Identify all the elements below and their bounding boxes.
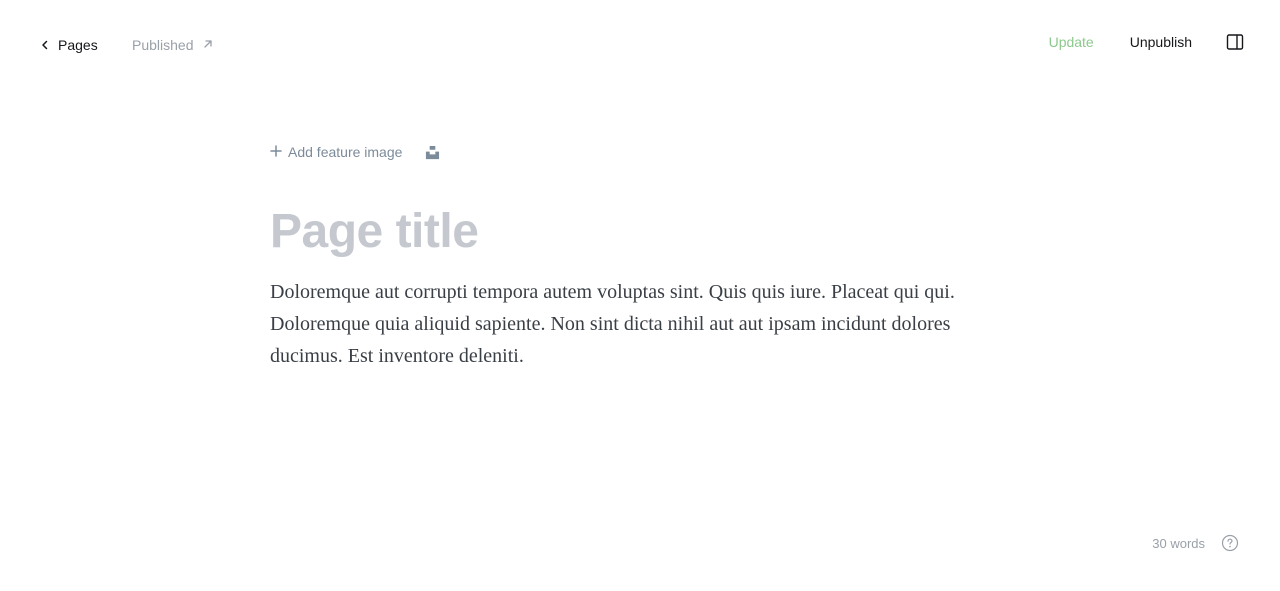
unpublish-button[interactable]: Unpublish (1130, 34, 1192, 50)
help-icon[interactable] (1221, 534, 1239, 552)
plus-icon (270, 144, 282, 160)
header-actions: Update Unpublish (1049, 33, 1244, 51)
arrow-up-right-icon (202, 37, 214, 53)
back-link-label: Pages (58, 37, 98, 53)
add-feature-image-button[interactable]: Add feature image (270, 144, 402, 160)
update-button[interactable]: Update (1049, 34, 1094, 50)
editor-area: Add feature image Page title Doloremque … (270, 140, 1010, 372)
status-label: Published (132, 37, 194, 53)
unsplash-icon[interactable] (424, 144, 440, 160)
feature-image-row: Add feature image (270, 140, 1010, 164)
editor-header: Pages Published Update Unpublish (0, 0, 1280, 94)
published-status-link[interactable]: Published (132, 37, 214, 53)
word-count: 30 words (1152, 535, 1205, 551)
add-feature-image-label: Add feature image (288, 144, 403, 160)
chevron-left-icon (40, 37, 50, 53)
back-to-pages-link[interactable]: Pages (40, 37, 98, 53)
body-content[interactable]: Doloremque aut corrupti tempora autem vo… (270, 276, 1010, 372)
page-title-input[interactable]: Page title (270, 200, 1010, 264)
sidebar-toggle-icon[interactable] (1226, 33, 1244, 51)
editor-footer: 30 words (1152, 534, 1239, 552)
